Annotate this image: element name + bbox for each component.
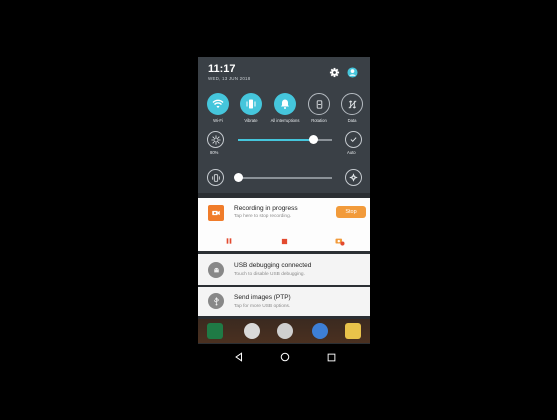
clock: 11:17	[208, 63, 236, 75]
camera-overlay-icon[interactable]	[334, 235, 346, 247]
app-drawer-icon[interactable]	[277, 323, 293, 339]
tile-label: Wi-Fi	[213, 118, 223, 123]
tile-rotation[interactable]: Rotation	[304, 93, 334, 123]
tile-label: Data	[347, 118, 357, 123]
phone-app-icon[interactable]	[207, 323, 223, 339]
video-frame: 11:17 WED, 13 JUN 2018 Wi-Fi Vibrate All…	[0, 0, 557, 420]
tile-wifi[interactable]: Wi-Fi	[203, 93, 233, 123]
phone-screen: 11:17 WED, 13 JUN 2018 Wi-Fi Vibrate All…	[198, 57, 370, 370]
bell-icon	[274, 93, 296, 115]
gear-icon[interactable]	[329, 67, 340, 78]
contacts-app-icon[interactable]	[244, 323, 260, 339]
tile-label: Rotation	[311, 118, 327, 123]
notification-title: USB debugging connected	[234, 262, 312, 269]
recent-apps-icon[interactable]	[324, 350, 338, 364]
volume-row	[198, 167, 370, 191]
sound-settings-icon[interactable]	[345, 169, 362, 186]
notification-subtitle: Tap for more USB options.	[234, 304, 291, 309]
tile-interruptions[interactable]: All interruptions	[270, 93, 300, 123]
brightness-icon	[207, 131, 224, 148]
date: WED, 13 JUN 2018	[208, 76, 251, 81]
browser-app-icon[interactable]	[312, 323, 328, 339]
brightness-label: 80%	[210, 150, 219, 155]
brightness-slider-thumb[interactable]	[308, 135, 318, 144]
back-icon[interactable]	[232, 350, 246, 364]
brightness-row: 80% Auto	[198, 129, 370, 155]
home-icon[interactable]	[278, 350, 292, 364]
data-icon	[341, 93, 363, 115]
home-screen-dock	[198, 319, 370, 343]
navigation-bar	[198, 344, 370, 370]
tile-label: Vibrate	[244, 118, 258, 123]
status-header: 11:17 WED, 13 JUN 2018	[198, 57, 370, 87]
vibrate-icon	[240, 93, 262, 115]
quick-settings-panel: Wi-Fi Vibrate All interruptions Rotation	[198, 87, 370, 193]
stop-button[interactable]: Stop	[336, 206, 366, 218]
brightness-track-fill	[238, 139, 314, 141]
auto-label: Auto	[347, 150, 356, 155]
tile-label: All interruptions	[270, 118, 300, 123]
notification-subtitle: Touch to disable USB debugging.	[234, 272, 305, 277]
volume-slider-thumb[interactable]	[233, 173, 243, 182]
messages-app-icon[interactable]	[345, 323, 361, 339]
notification-recording[interactable]: Recording in progress Tap here to stop r…	[198, 198, 370, 251]
wifi-icon	[207, 93, 229, 115]
tile-vibrate[interactable]: Vibrate	[236, 93, 266, 123]
android-debug-icon	[208, 262, 224, 278]
notification-subtitle: Tap here to stop recording.	[234, 214, 292, 219]
stop-icon[interactable]	[278, 235, 290, 247]
notification-title: Recording in progress	[234, 205, 298, 212]
tile-data[interactable]: Data	[337, 93, 367, 123]
rotation-icon	[308, 93, 330, 115]
auto-brightness-icon[interactable]	[345, 131, 362, 148]
notification-ptp[interactable]: Send images (PTP) Tap for more USB optio…	[198, 287, 370, 316]
account-icon[interactable]	[347, 67, 358, 78]
notification-title: Send images (PTP)	[234, 294, 291, 301]
pause-icon[interactable]	[223, 235, 235, 247]
vibrate-mode-icon	[207, 169, 224, 186]
record-icon	[208, 205, 224, 221]
notification-usb-debugging[interactable]: USB debugging connected Touch to disable…	[198, 254, 370, 285]
volume-track	[238, 177, 332, 179]
usb-icon	[208, 293, 224, 309]
